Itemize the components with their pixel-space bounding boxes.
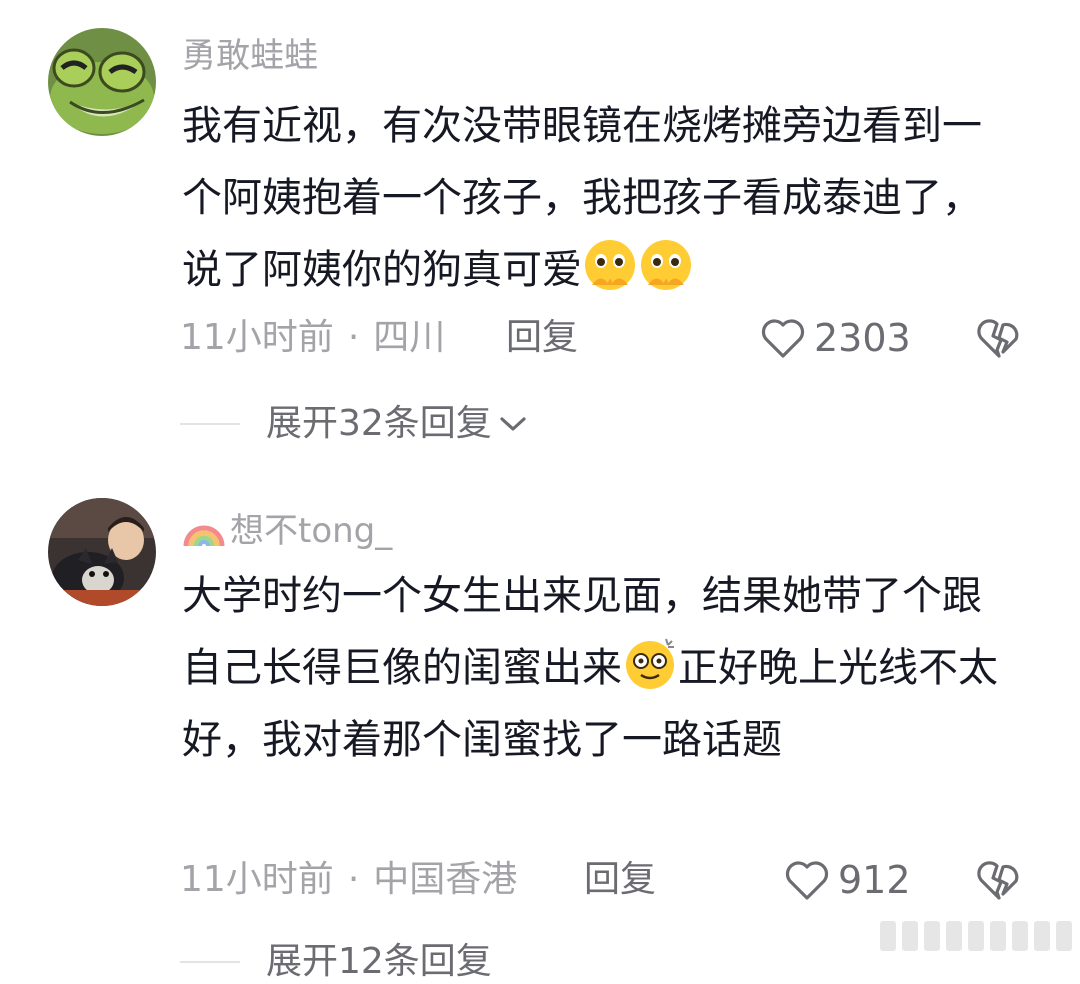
- dislike-icon[interactable]: [976, 316, 1022, 360]
- expand-replies-button[interactable]: 展开32条回复: [180, 402, 528, 446]
- expand-replies-label: 展开32条回复: [266, 403, 492, 444]
- avatar[interactable]: [48, 28, 156, 136]
- comment-time: 11小时前: [180, 317, 334, 358]
- avatar[interactable]: [48, 498, 156, 606]
- comment-location: 四川: [373, 317, 446, 358]
- comment-meta: 11小时前 · 四川: [180, 316, 445, 360]
- heart-icon: [761, 319, 805, 358]
- chevron-down-icon: [500, 417, 526, 431]
- reply-button[interactable]: 回复: [584, 858, 656, 902]
- comment-time: 11小时前: [180, 859, 334, 900]
- heart-icon: [785, 861, 829, 900]
- dizzy-face-emoji: [626, 638, 674, 689]
- comment-location: 中国香港: [373, 859, 518, 900]
- like-count: 912: [838, 858, 911, 902]
- divider-line: [180, 423, 240, 425]
- comment-text: 我有近视，有次没带眼镜在烧烤摊旁边看到一个阿姨抱着一个孩子，我把孩子看成泰迪了，…: [182, 90, 1012, 306]
- separator-dot: ·: [347, 317, 360, 358]
- expand-replies-button[interactable]: 展开12条回复: [180, 940, 492, 984]
- username[interactable]: 想不tong_: [182, 506, 392, 551]
- like-count: 2303: [814, 316, 911, 360]
- separator-dot: ·: [347, 859, 360, 900]
- comment-meta: 11小时前 · 中国香港: [180, 858, 517, 902]
- pleading-face-hands-emoji: [641, 240, 691, 290]
- pleading-face-hands-emoji: [585, 240, 635, 290]
- scroll-indicator: [862, 916, 1072, 956]
- reply-button[interactable]: 回复: [506, 316, 578, 360]
- divider-line: [180, 961, 240, 963]
- comment-text: 大学时约一个女生出来见面，结果她带了个跟自己长得巨像的闺蜜出来 正好晚上光线不太好…: [182, 560, 1012, 776]
- expand-replies-label: 展开12条回复: [266, 941, 492, 982]
- username[interactable]: 勇敢蛙蛙: [182, 36, 318, 76]
- dislike-icon[interactable]: [976, 858, 1022, 902]
- like-button[interactable]: 912: [784, 858, 911, 902]
- rainbow-icon: [183, 525, 225, 547]
- like-button[interactable]: 2303: [760, 316, 911, 360]
- username-label: 想不tong_: [230, 511, 393, 551]
